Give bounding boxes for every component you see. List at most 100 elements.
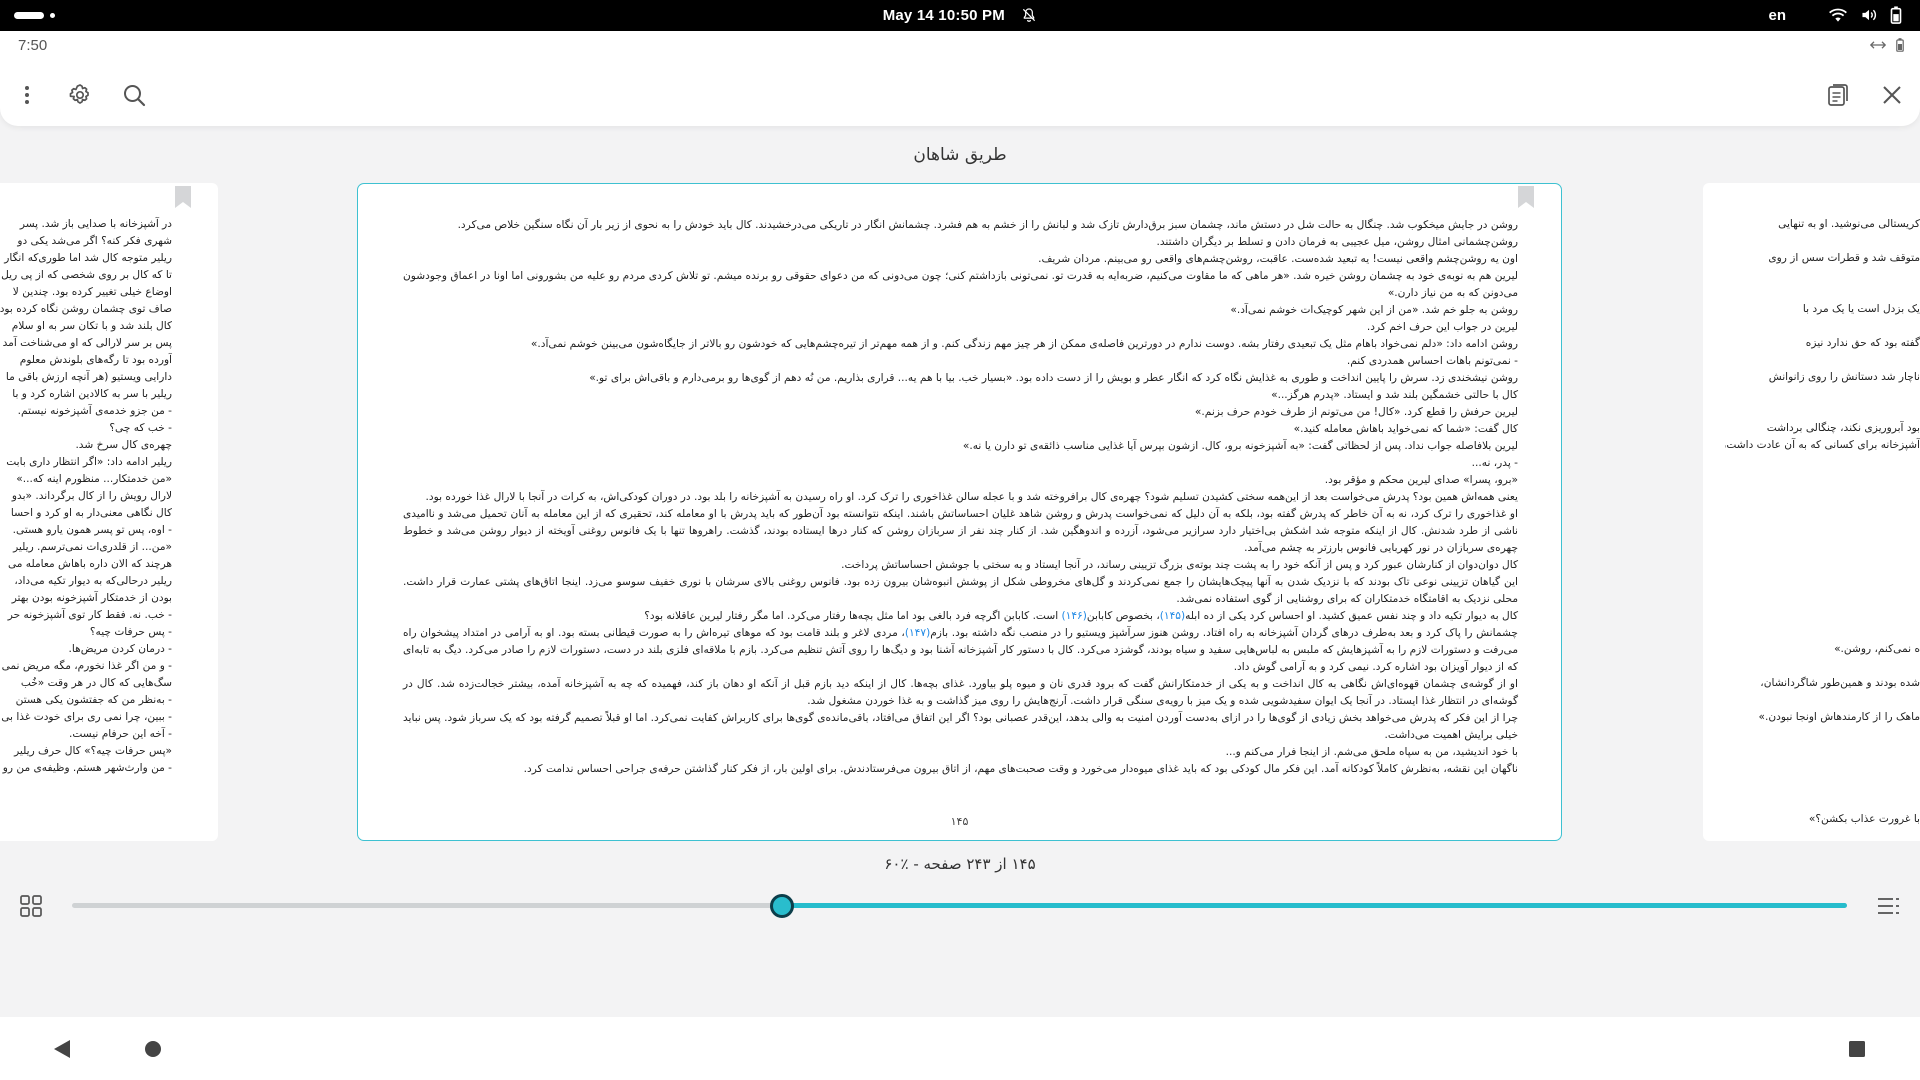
search-button[interactable] — [115, 76, 153, 114]
previous-page-text: در آشپزخانه با صدایی باز شد. پسر شهری فکر… — [0, 216, 172, 777]
next-page-text: کریستالی می‌نوشید. او به تنهایی متوقف شد … — [1725, 216, 1920, 841]
back-icon — [54, 1040, 70, 1058]
settings-button[interactable] — [61, 76, 99, 114]
more-options-button[interactable] — [8, 76, 46, 114]
page-line: دارایی ویستیو (هر آنچه ارزش باقی ما — [5, 371, 172, 383]
page-line — [1725, 760, 1920, 777]
page-line — [1725, 454, 1920, 471]
page-line — [1725, 505, 1920, 522]
page-line — [1725, 743, 1920, 760]
search-icon — [124, 85, 146, 107]
footnote-ref[interactable]: (۱۴۷) — [905, 627, 930, 639]
paragraph: چرا از این فکر که پدرش می‌خواهد بخش زیاد… — [403, 712, 1518, 741]
page-line: گفته بود که حق ندارد نیزه — [1805, 337, 1920, 349]
footnote-ref[interactable]: (۱۴۵) — [1160, 610, 1185, 622]
page-line: کال بلند شد و با تکان سر به او سلام — [11, 320, 172, 332]
page-line: - من جزو خدمه‌ی آشپزخونه نیستم. — [17, 405, 172, 417]
wifi-icon — [1829, 8, 1847, 22]
paragraph: کال دوان‌دوان از کنارشان عبور کرد و پس ا… — [841, 559, 1518, 571]
paragraph: یعنی همه‌اش همین بود؟ پدرش می‌خواست بعد … — [425, 491, 1518, 503]
page-line: - درمان کردن مریض‌ها. — [68, 643, 172, 655]
page-line: - اوه، پس تو پسر همون یارو هستی. — [12, 524, 172, 536]
paragraph: روشن‌چشمانی امثال روشن، میل عجیبی به فرم… — [1156, 236, 1518, 248]
home-button[interactable] — [141, 1037, 165, 1061]
settings-icon — [69, 84, 89, 104]
grid-view-icon — [20, 895, 42, 917]
page-line: ریلیر با سر به کالادین اشاره کرد و با — [12, 388, 172, 400]
page-grid-button[interactable] — [15, 890, 47, 922]
paragraph: او غذاخوری را ترک کرد، نه به آن خاطر که … — [403, 508, 1518, 554]
footnote-ref[interactable]: (۱۴۶) — [1062, 610, 1087, 622]
reader-status-icons — [1870, 38, 1904, 52]
page-line — [1725, 318, 1920, 335]
paragraph: لیرین بلافاصله جواب نداد. پس از لحظاتی گ… — [962, 440, 1518, 452]
page-line: - به‌نظر من که جفتشون یکی هستن — [15, 694, 172, 706]
progress-label: ۱۴۵ از ۲۴۳ صفحه - ٪۶۰ — [884, 855, 1036, 873]
page-line: ه نمی‌کنم، روشن.» — [1834, 643, 1920, 655]
system-navigation-bar — [0, 1017, 1920, 1080]
paragraph: روشن نیشخندی زد. سرش را پایین انداخت و ط… — [589, 372, 1518, 384]
notes-icon — [1828, 84, 1848, 106]
recents-button[interactable] — [1845, 1037, 1869, 1061]
paragraph: این گیاهان تزیینی نوعی تاک بودند که با ن… — [403, 576, 1518, 605]
page-line — [1725, 607, 1920, 624]
page-line: - ببین، چرا نمی ری برای خودت غذا بی — [1, 711, 172, 723]
current-page-text: روشن در جایش میخکوب شد. چنگال به حالت شل… — [403, 217, 1518, 778]
paragraph: - پدر، نه... — [1471, 457, 1518, 469]
page-line — [1725, 233, 1920, 250]
paragraph: کال با حالتی خشمگین بلند شد و ایستاد. «پ… — [1271, 389, 1518, 401]
page-line — [1725, 624, 1920, 641]
page-line — [1725, 352, 1920, 369]
page-line — [1725, 556, 1920, 573]
page-line: چهره‌ی کال سرخ شد. — [75, 439, 172, 451]
system-tray: en — [1768, 5, 1902, 25]
page-line — [1725, 777, 1920, 794]
page-number: ۱۴۵ — [950, 815, 969, 828]
paragraph: چشمانش را پاک کرد و بعد به‌طرف درهای گرد… — [403, 627, 1518, 673]
page-line: - پس حرفات چیه؟ — [89, 626, 172, 638]
page-line: - خب. نه. فقط کار توی آشپزخونه حر — [7, 609, 172, 621]
current-page[interactable]: روشن در جایش میخکوب شد. چنگال به حالت شل… — [357, 183, 1562, 841]
keyboard-language[interactable]: en — [1768, 7, 1786, 24]
reader-app-bar: 7:50 — [0, 31, 1920, 126]
rotation-icon — [1870, 41, 1886, 49]
paragraph: روشن در جایش میخکوب شد. چنگال به حالت شل… — [457, 219, 1518, 231]
paragraph: کال گفت: «شما که نمی‌خواید باهاش معامله … — [1293, 423, 1518, 435]
notes-button[interactable] — [1819, 76, 1857, 114]
page-line: تا که کال بر روی شخصی که از پی ریل — [1, 269, 172, 281]
page-line: پس بر سر لارالی که او می‌شناخت آمد — [2, 337, 172, 349]
volume-icon — [1862, 9, 1877, 21]
page-line — [1725, 590, 1920, 607]
page-line: شهری فکر کنه؟ اگر می‌شد یکی دو — [17, 235, 172, 247]
paragraph: لیرین حرفش را قطع کرد. «کال! من می‌تونم … — [1194, 406, 1518, 418]
bookmark-icon[interactable] — [1518, 186, 1534, 208]
page-line: سگ‌هایی که کال در هر وقت «خُب — [20, 677, 172, 689]
paragraph: ناگهان این نقشه، به‌نظرش کاملاً کودکانه … — [523, 763, 1518, 775]
previous-page[interactable]: در آشپزخانه با صدایی باز شد. پسر شهری فکر… — [0, 183, 218, 841]
page-line: آشپزخانه برای کسانی که به آن عادت داشت، — [1725, 439, 1920, 451]
page-line — [1725, 386, 1920, 403]
bookmark-icon[interactable] — [175, 186, 191, 208]
progress-slider-track[interactable] — [72, 903, 1847, 908]
page-line: بودن از خدمتکار آشپزخونه بودن بهتر — [11, 592, 172, 604]
more-vert-icon — [25, 86, 29, 104]
page-line: بود آبروریزی نکند، چنگالی برداشت — [1766, 422, 1920, 434]
paragraph: کال به دیوار تکیه داد و چند نفس عمیق کشی… — [644, 610, 1518, 622]
progress-slider-thumb[interactable] — [770, 894, 794, 918]
table-of-contents-button[interactable] — [1872, 890, 1904, 922]
page-line: «من... از قلدری‌ات نمی‌ترسم. ریلیر — [13, 541, 172, 553]
page-line: یک بزدل است یا یک مرد با — [1802, 303, 1920, 315]
page-line — [1725, 403, 1920, 420]
home-icon — [145, 1041, 161, 1057]
back-button[interactable] — [50, 1037, 74, 1061]
reader-clock: 7:50 — [18, 37, 48, 54]
page-line — [1725, 828, 1920, 841]
close-button[interactable] — [1873, 76, 1911, 114]
page-line — [1725, 794, 1920, 811]
recents-icon — [1849, 1041, 1865, 1057]
paragraph: «برو، پسرا» صدای لیرین محکم و مؤقر بود. — [1324, 474, 1518, 486]
paragraph: اون یه روشن‌چشم واقعی نیست! یه تبعید شده… — [1038, 253, 1518, 265]
page-line: - من وارث‌شهر هستم. وظیفه‌ی من رو — [2, 762, 172, 774]
next-page[interactable]: کریستالی می‌نوشید. او به تنهایی متوقف شد … — [1703, 183, 1920, 841]
paragraph: روشن به جلو خم شد. «من از این شهر کوچیک‌… — [1230, 304, 1518, 316]
